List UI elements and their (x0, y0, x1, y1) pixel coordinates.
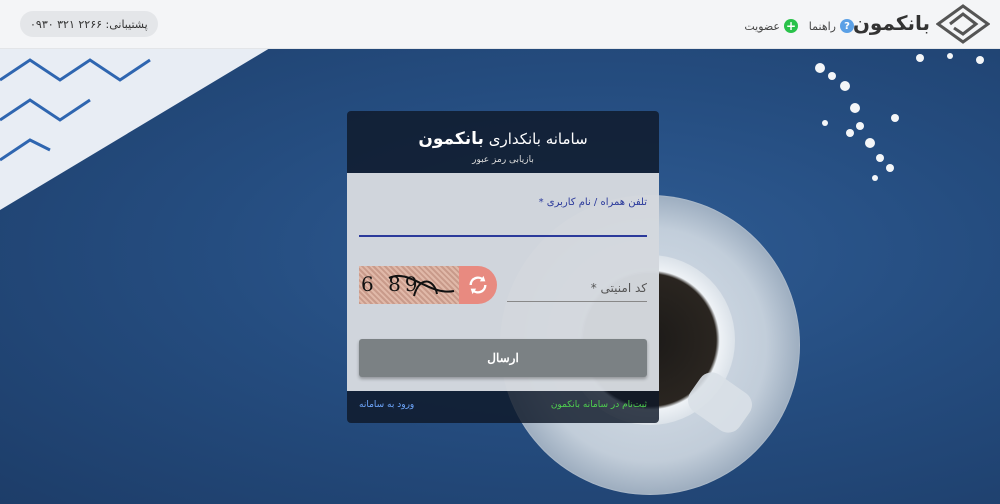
card-title-brand: بانکمون (418, 129, 484, 149)
nav-register-label: عضویت (744, 19, 780, 33)
nav-help-label: راهنما (808, 19, 836, 33)
brand-name[interactable]: بانکمون (853, 11, 930, 35)
password-recovery-card: سامانه بانکداری بانکمون بازیابی رمز عبور… (347, 111, 659, 423)
card-title-prefix: سامانه بانکداری (488, 130, 588, 148)
captcha-code-input[interactable] (507, 301, 647, 302)
card-subtitle: بازیابی رمز عبور (472, 155, 534, 165)
card-header: سامانه بانکداری بانکمون بازیابی رمز عبور (347, 111, 659, 173)
plus-icon: + (784, 19, 798, 33)
card-title: سامانه بانکداری بانکمون (347, 129, 659, 149)
captcha-refresh-button[interactable] (459, 266, 497, 304)
brand-logo-icon[interactable] (936, 4, 990, 44)
top-header: بانکمون راهنما ? عضویت + پشتیبانی: ۲۲۶۶ … (0, 0, 1000, 49)
login-link[interactable]: ورود به سامانه (359, 400, 414, 410)
question-icon: ? (840, 19, 854, 33)
nav-register-link[interactable]: عضویت + (744, 19, 798, 33)
submit-button[interactable]: ارسال (359, 339, 647, 377)
username-label: تلفن همراه / نام کاربری * (538, 197, 647, 208)
register-link[interactable]: ثبت‌نام در سامانه بانکمون (551, 400, 647, 410)
background-flowers (815, 53, 984, 181)
refresh-icon (469, 275, 487, 295)
card-form: تلفن همراه / نام کاربری * 6 89 کد امنیتی… (347, 173, 659, 391)
username-input[interactable] (359, 211, 647, 237)
support-phone-badge: پشتیبانی: ۲۲۶۶ ۳۲۱ ۰۹۳۰ (20, 11, 158, 37)
nav-help-link[interactable]: راهنما ? (809, 19, 854, 33)
captcha-image: 6 89 (359, 266, 459, 304)
captcha-code-label: کد امنیتی * (590, 281, 647, 295)
captcha-noise (388, 274, 455, 297)
